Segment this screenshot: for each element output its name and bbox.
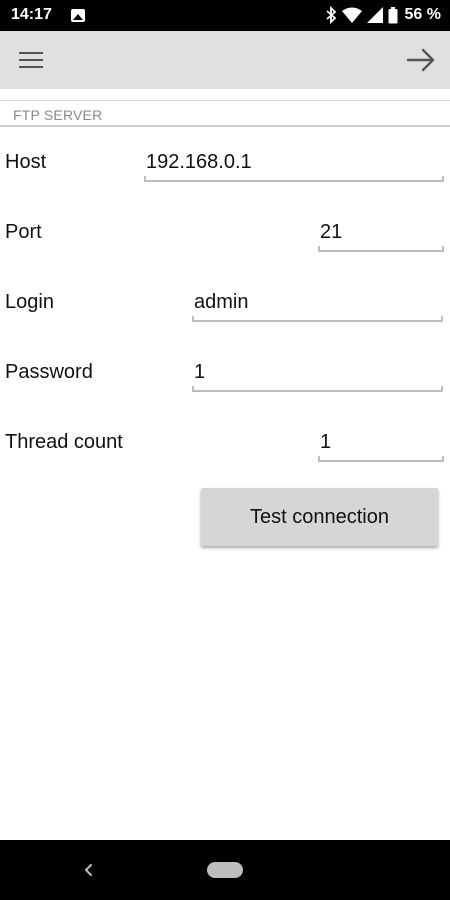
image-notification-icon <box>71 9 85 22</box>
host-field[interactable] <box>144 146 444 182</box>
arrow-forward-icon[interactable] <box>406 45 436 75</box>
password-input[interactable] <box>192 356 443 392</box>
test-connection-button[interactable]: Test connection <box>201 488 438 546</box>
login-input[interactable] <box>192 286 443 322</box>
signal-icon <box>366 7 383 23</box>
thread-count-label: Thread count <box>5 431 123 453</box>
port-underline <box>318 246 444 252</box>
back-icon[interactable] <box>78 858 98 882</box>
thread-count-field[interactable] <box>318 426 444 462</box>
status-indicators: 56 % <box>325 5 441 25</box>
host-underline <box>144 176 444 182</box>
bluetooth-icon <box>325 6 336 24</box>
password-field[interactable] <box>192 356 443 392</box>
host-label: Host <box>5 151 47 173</box>
password-label: Password <box>5 361 93 383</box>
port-label: Port <box>5 221 42 243</box>
wifi-icon <box>341 7 362 23</box>
login-underline <box>192 316 443 322</box>
status-bar: 14:17 56 % <box>0 0 450 31</box>
battery-percent: 56 % <box>404 6 441 23</box>
menu-icon[interactable] <box>18 47 44 73</box>
port-input[interactable] <box>318 216 444 252</box>
home-pill-icon[interactable] <box>207 862 243 878</box>
login-field[interactable] <box>192 286 443 322</box>
host-input[interactable] <box>144 146 444 182</box>
status-time: 14:17 <box>11 6 52 23</box>
battery-icon <box>388 6 398 23</box>
navigation-bar <box>0 840 450 900</box>
thread-count-underline <box>318 456 444 462</box>
section-header: FTP SERVER <box>0 100 450 127</box>
password-underline <box>192 386 443 392</box>
port-field[interactable] <box>318 216 444 252</box>
section-title: FTP SERVER <box>13 107 103 123</box>
login-label: Login <box>5 291 54 313</box>
thread-count-input[interactable] <box>318 426 444 462</box>
toolbar <box>0 31 450 89</box>
